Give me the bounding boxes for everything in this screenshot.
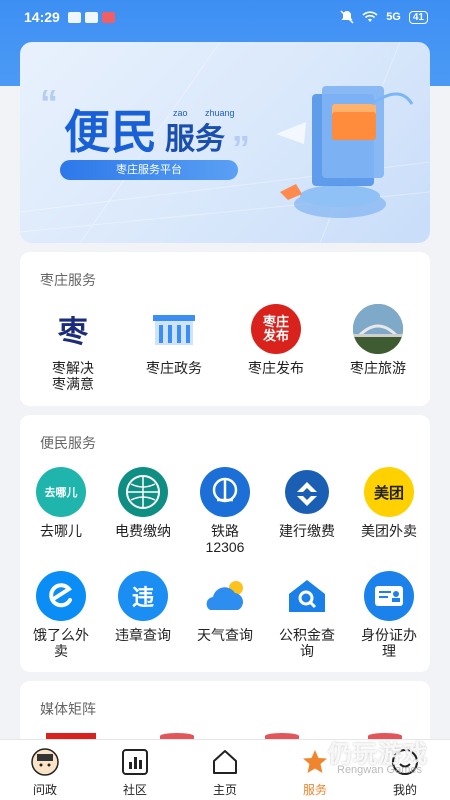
watermark-subtext: Rengwan Games bbox=[337, 764, 422, 776]
app-notification-icon bbox=[101, 11, 115, 23]
quote-left-icon: “ bbox=[40, 82, 58, 123]
service-label: 建行缴费 bbox=[279, 523, 335, 539]
service-item-zao-resolve[interactable]: 枣 枣解决 枣满意 bbox=[32, 304, 114, 392]
service-label: 枣庄政务 bbox=[146, 360, 202, 376]
service-label: 身份证办 理 bbox=[361, 627, 417, 659]
service-item-violation[interactable]: 违 违章查询 bbox=[102, 571, 184, 643]
section-title: 便民服务 bbox=[40, 435, 96, 451]
ccb-bank-icon bbox=[282, 467, 332, 517]
banner[interactable]: “ 便民 zao zhuang 服务 ” 枣庄服务平台 bbox=[20, 42, 430, 243]
service-star-icon bbox=[301, 748, 329, 776]
tab-wenzheng[interactable]: 问政 bbox=[0, 740, 90, 800]
release-glyph: 枣庄 发布 bbox=[262, 314, 289, 343]
zaozhuang-services-card: 枣庄服务 枣 枣解决 枣满意 枣庄政务 枣庄 发布 枣庄发布 枣庄旅游 bbox=[20, 252, 430, 406]
service-item-ccb[interactable]: 建行缴费 bbox=[266, 467, 348, 539]
tab-label: 我的 bbox=[392, 783, 417, 797]
service-label: 美团外卖 bbox=[361, 523, 417, 539]
violation-glyph: 违 bbox=[131, 585, 154, 610]
weather-cloud-icon bbox=[200, 571, 250, 621]
service-label: 饿了么外 卖 bbox=[33, 627, 89, 659]
meituan-glyph: 美团 bbox=[373, 484, 404, 502]
status-right: 5G 41 bbox=[340, 10, 428, 24]
service-item-zaozhuang-release[interactable]: 枣庄 发布 枣庄发布 bbox=[235, 304, 317, 376]
meituan-icon: 美团 bbox=[364, 467, 414, 517]
tourism-bridge-icon bbox=[353, 304, 403, 354]
wenzheng-avatar-icon bbox=[31, 748, 59, 776]
app-notification-icon bbox=[67, 11, 81, 23]
tab-label: 主页 bbox=[212, 783, 237, 797]
service-label: 违章查询 bbox=[115, 627, 171, 643]
qunar-glyph: 去哪儿 bbox=[44, 487, 78, 499]
id-card-icon bbox=[364, 571, 414, 621]
qunar-camel-icon: 去哪儿 bbox=[36, 467, 86, 517]
home-icon bbox=[211, 748, 239, 776]
service-label: 铁路 12306 bbox=[205, 523, 245, 555]
app-notification-icon bbox=[84, 11, 98, 23]
service-label: 天气查询 bbox=[197, 627, 253, 643]
banner-title: 便民 bbox=[64, 105, 158, 159]
section-title: 枣庄服务 bbox=[40, 272, 96, 288]
community-chart-icon bbox=[121, 748, 149, 776]
status-notification-icons bbox=[67, 11, 115, 23]
service-label: 枣解决 枣满意 bbox=[52, 360, 94, 392]
battery-indicator: 41 bbox=[408, 10, 428, 24]
service-label: 枣庄旅游 bbox=[350, 360, 406, 376]
tab-community[interactable]: 社区 bbox=[90, 740, 180, 800]
service-item-meituan[interactable]: 美团 美团外卖 bbox=[348, 467, 430, 539]
service-label: 去哪儿 bbox=[40, 523, 82, 539]
service-item-zaozhuang-tourism[interactable]: 枣庄旅游 bbox=[337, 304, 419, 376]
service-item-housing-fund[interactable]: 公积金查 询 bbox=[266, 571, 348, 659]
government-building-icon bbox=[149, 304, 199, 354]
banner-subtitle: 枣庄服务平台 bbox=[60, 160, 238, 180]
zao-calligraphy-icon: 枣 bbox=[48, 304, 98, 354]
tab-home[interactable]: 主页 bbox=[180, 740, 270, 800]
violation-search-icon: 违 bbox=[118, 571, 168, 621]
convenience-services-card: 便民服务 去哪儿 去哪儿 电费缴纳 铁路 12306 建行缴费 美团 美团外卖 bbox=[20, 415, 430, 672]
banner-title-service: 服务 bbox=[165, 122, 225, 157]
zao-glyph: 枣 bbox=[58, 315, 88, 350]
zaozhuang-release-icon: 枣庄 发布 bbox=[251, 304, 301, 354]
eleme-icon bbox=[36, 571, 86, 621]
folder-hologram-icon bbox=[276, 86, 414, 218]
signal-label: 5G bbox=[386, 11, 401, 23]
tab-label: 社区 bbox=[122, 783, 147, 797]
section-title: 媒体矩阵 bbox=[40, 701, 96, 717]
china-railway-icon bbox=[200, 467, 250, 517]
service-label: 公积金查 询 bbox=[279, 627, 335, 659]
tab-label: 服务 bbox=[302, 783, 327, 797]
service-label: 枣庄发布 bbox=[248, 360, 304, 376]
mute-bell-icon bbox=[340, 10, 354, 24]
service-item-weather[interactable]: 天气查询 bbox=[184, 571, 266, 643]
service-item-qunar[interactable]: 去哪儿 去哪儿 bbox=[20, 467, 102, 539]
tab-label: 问政 bbox=[32, 783, 57, 797]
service-item-eleme[interactable]: 饿了么外 卖 bbox=[20, 571, 102, 659]
service-item-zaozhuang-gov[interactable]: 枣庄政务 bbox=[133, 304, 215, 376]
status-time: 14:29 bbox=[24, 9, 60, 25]
state-grid-icon bbox=[118, 467, 168, 517]
service-item-id-card[interactable]: 身份证办 理 bbox=[348, 571, 430, 659]
service-label: 电费缴纳 bbox=[115, 523, 171, 539]
service-item-railway[interactable]: 铁路 12306 bbox=[184, 467, 266, 555]
wifi-icon bbox=[362, 11, 378, 22]
service-item-electricity[interactable]: 电费缴纳 bbox=[102, 467, 184, 539]
housing-fund-icon bbox=[282, 571, 332, 621]
status-bar: 14:29 5G 41 bbox=[0, 0, 450, 34]
